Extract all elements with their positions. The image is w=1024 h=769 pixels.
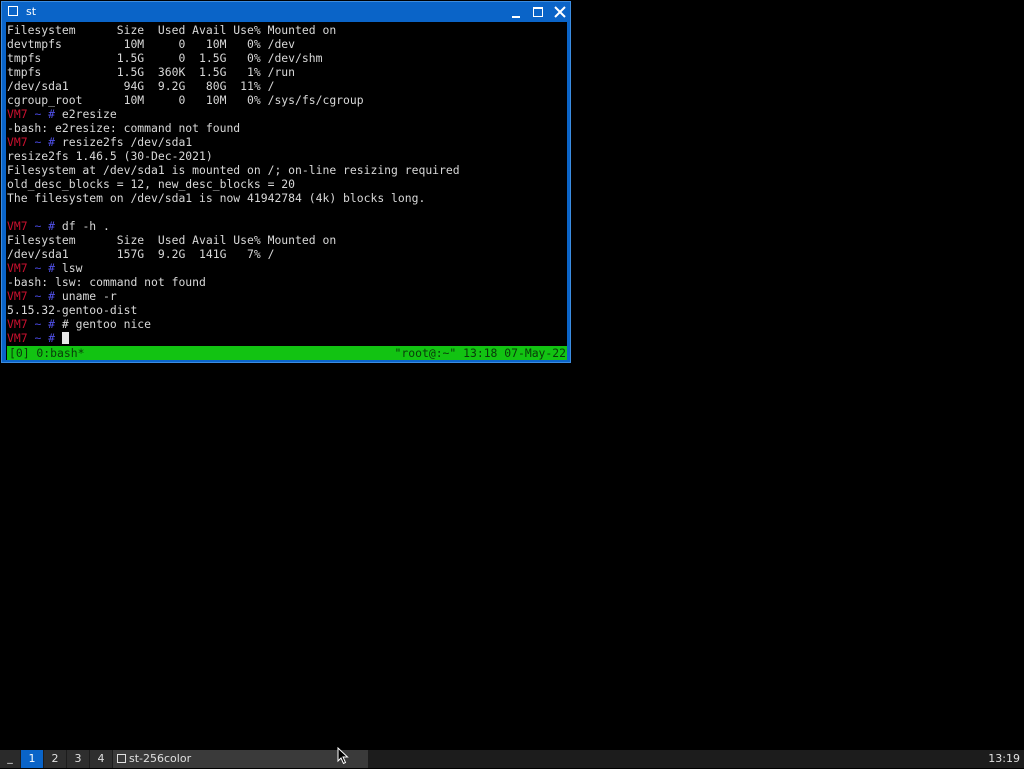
taskbar-task-st[interactable]: st-256color xyxy=(113,750,368,768)
prompt-host: VM7 xyxy=(7,289,28,303)
output-line: -bash: e2resize: command not found xyxy=(7,121,241,135)
prompt-host: VM7 xyxy=(7,135,28,149)
prompt-line: VM7 ~ # # gentoo nice xyxy=(7,317,567,331)
prompt-line: VM7 ~ # resize2fs /dev/sda1 xyxy=(7,135,567,149)
command-text: lsw xyxy=(61,261,83,275)
prompt-symbol: # xyxy=(48,261,56,275)
terminal-area[interactable]: Filesystem Size Used Avail Use% Mounted … xyxy=(6,22,567,360)
command-text: e2resize xyxy=(61,107,117,121)
prompt-path: ~ xyxy=(34,107,42,121)
workspace-4-button[interactable]: 4 xyxy=(90,750,112,768)
prompt-line: VM7 ~ # xyxy=(7,331,567,345)
prompt-host: VM7 xyxy=(7,107,28,121)
maximize-button[interactable] xyxy=(530,4,546,20)
prompt-host: VM7 xyxy=(7,261,28,275)
prompt-symbol: # xyxy=(48,107,56,121)
task-label: st-256color xyxy=(129,752,192,765)
prompt-path: ~ xyxy=(34,135,42,149)
output-line: devtmpfs 10M 0 10M 0% /dev xyxy=(7,37,296,51)
output-line: tmpfs 1.5G 360K 1.5G 1% /run xyxy=(7,65,296,79)
prompt-symbol: # xyxy=(48,317,56,331)
status-left: [0] 0:bash* xyxy=(9,346,85,360)
terminal-window[interactable]: st Filesystem Size Used Avail Use% Mount… xyxy=(1,1,571,363)
output-line: Filesystem Size Used Avail Use% Mounted … xyxy=(7,23,337,37)
output-line: The filesystem on /dev/sda1 is now 41942… xyxy=(7,191,426,205)
output-line: /dev/sda1 94G 9.2G 80G 11% / xyxy=(7,79,275,93)
prompt-symbol: # xyxy=(48,331,56,345)
output-line: resize2fs 1.46.5 (30-Dec-2021) xyxy=(7,149,213,163)
mouse-pointer-icon xyxy=(337,746,349,769)
terminal-output: Filesystem Size Used Avail Use% Mounted … xyxy=(7,23,567,345)
taskbar: _ 1 2 3 4 st-256color 13:19 xyxy=(0,750,1024,768)
output-line: tmpfs 1.5G 0 1.5G 0% /dev/shm xyxy=(7,51,323,65)
output-line: Filesystem Size Used Avail Use% Mounted … xyxy=(7,233,337,247)
prompt-path: ~ xyxy=(34,317,42,331)
command-text: resize2fs /dev/sda1 xyxy=(61,135,193,149)
window-icon xyxy=(117,754,126,763)
window-titlebar[interactable]: st xyxy=(2,2,570,22)
workspace-3-button[interactable]: 3 xyxy=(67,750,89,768)
text-cursor xyxy=(61,332,69,344)
desktop: st Filesystem Size Used Avail Use% Mount… xyxy=(0,0,1024,768)
window-title: st xyxy=(26,5,37,18)
minimize-button[interactable] xyxy=(508,4,524,20)
prompt-path: ~ xyxy=(34,331,42,345)
prompt-path: ~ xyxy=(34,261,42,275)
prompt-path: ~ xyxy=(34,289,42,303)
prompt-line: VM7 ~ # lsw xyxy=(7,261,567,275)
workspace-2-button[interactable]: 2 xyxy=(44,750,66,768)
prompt-host: VM7 xyxy=(7,219,28,233)
workspace-1-button[interactable]: 1 xyxy=(21,750,43,768)
prompt-host: VM7 xyxy=(7,317,28,331)
status-right: "root@:~" 13:18 07-May-22 xyxy=(394,346,566,360)
close-icon xyxy=(554,6,566,18)
command-text: uname -r xyxy=(61,289,117,303)
output-line: -bash: lsw: command not found xyxy=(7,275,206,289)
tmux-status-bar: [0] 0:bash* "root@:~" 13:18 07-May-22 xyxy=(7,346,567,360)
prompt-host: VM7 xyxy=(7,331,28,345)
taskbar-menu-button[interactable]: _ xyxy=(0,750,20,768)
maximize-icon xyxy=(533,7,543,17)
output-line: /dev/sda1 157G 9.2G 141G 7% / xyxy=(7,247,275,261)
prompt-symbol: # xyxy=(48,135,56,149)
command-text: df -h . xyxy=(61,219,110,233)
prompt-symbol: # xyxy=(48,219,56,233)
prompt-path: ~ xyxy=(34,219,42,233)
output-line: old_desc_blocks = 12, new_desc_blocks = … xyxy=(7,177,296,191)
output-line: 5.15.32-gentoo-dist xyxy=(7,303,138,317)
minimize-icon xyxy=(512,16,520,18)
taskbar-clock: 13:19 xyxy=(988,752,1020,765)
output-line: Filesystem at /dev/sda1 is mounted on /;… xyxy=(7,163,460,177)
close-button[interactable] xyxy=(552,4,568,20)
prompt-symbol: # xyxy=(48,289,56,303)
prompt-line: VM7 ~ # df -h . xyxy=(7,219,567,233)
window-icon[interactable] xyxy=(8,6,18,16)
output-line: cgroup_root 10M 0 10M 0% /sys/fs/cgroup xyxy=(7,93,364,107)
prompt-line: VM7 ~ # uname -r xyxy=(7,289,567,303)
prompt-line: VM7 ~ # e2resize xyxy=(7,107,567,121)
command-text: # gentoo nice xyxy=(61,317,152,331)
